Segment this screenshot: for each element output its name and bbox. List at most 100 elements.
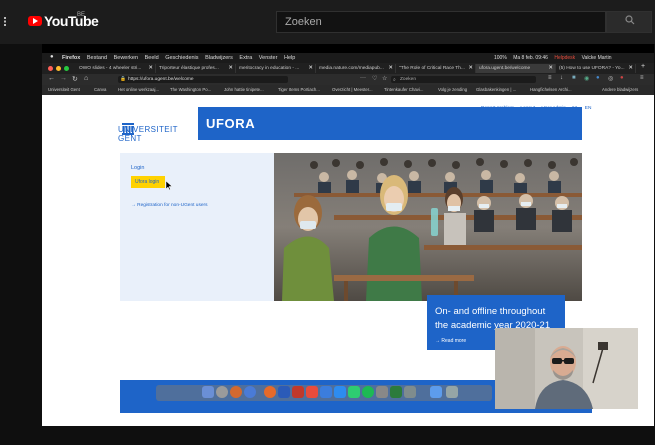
- bookmark-item[interactable]: John hattie tinipete...: [224, 87, 264, 92]
- user-name[interactable]: Valcke Martin: [582, 55, 612, 61]
- page-title: UFORA: [206, 116, 256, 131]
- bookmarks-bar: Universiteit Gent Canva Het online werkz…: [42, 85, 654, 95]
- trash-icon[interactable]: [446, 386, 458, 398]
- youtube-logo-icon[interactable]: [28, 16, 42, 26]
- tab-critical-race[interactable]: "The Role of Critical Race Th... ✕: [396, 64, 476, 73]
- other-bookmarks[interactable]: Andere bladwijzers: [602, 87, 638, 92]
- tab-label: Triporteur élastique profes...: [159, 66, 219, 71]
- extension-icon[interactable]: ■: [572, 75, 576, 81]
- close-window-icon[interactable]: [48, 66, 53, 71]
- bookmark-item[interactable]: Hangfichelsen Archi...: [530, 87, 572, 92]
- reload-icon[interactable]: ↻: [72, 75, 78, 83]
- menu-venster[interactable]: Venster: [259, 55, 278, 61]
- bookmark-item[interactable]: Overzicht | Meester...: [332, 87, 373, 92]
- apple-icon[interactable]: ●: [50, 54, 54, 60]
- mouse-cursor-icon: [166, 181, 172, 190]
- menu-geschiedenis[interactable]: Geschiedenis: [165, 55, 198, 61]
- menu-firefox[interactable]: Firefox: [62, 55, 80, 61]
- tab-owo-slides[interactable]: OWO slides - 4 wheeler stri... ✕: [76, 64, 156, 73]
- close-icon[interactable]: ✕: [628, 65, 633, 71]
- extension-icon[interactable]: ◉: [584, 75, 589, 82]
- extension-icon[interactable]: ●: [620, 75, 624, 81]
- tab-ufora-welcome[interactable]: ufora.ugent.be/welcome ✕: [476, 64, 556, 73]
- registration-link[interactable]: → Registration for non-UGent users: [131, 203, 208, 208]
- safari-icon[interactable]: [230, 386, 242, 398]
- bookmark-item[interactable]: Volg je zending: [438, 87, 467, 92]
- bookmark-item[interactable]: Tiger Items Portiach...: [278, 87, 320, 92]
- search-icon: ⌕: [393, 78, 396, 83]
- search-button[interactable]: [606, 11, 652, 33]
- calendar-icon[interactable]: [306, 386, 318, 398]
- preview-icon[interactable]: [376, 386, 388, 398]
- close-icon[interactable]: ✕: [388, 65, 393, 71]
- tab-meritocracy[interactable]: meritocracy in education - ... ✕: [236, 64, 316, 73]
- word-icon[interactable]: [278, 386, 290, 398]
- app-icon[interactable]: [404, 386, 416, 398]
- bookmark-item[interactable]: Glasbakenkingen | ...: [476, 87, 516, 92]
- bookmark-star-icon[interactable]: ☆: [382, 75, 387, 82]
- search-icon: [625, 15, 635, 28]
- forward-icon[interactable]: →: [60, 75, 67, 82]
- mail-icon[interactable]: [320, 386, 332, 398]
- menu-extra[interactable]: Extra: [239, 55, 252, 61]
- acrobat-icon[interactable]: [292, 386, 304, 398]
- home-icon[interactable]: ⌂: [84, 75, 88, 82]
- menu-icon[interactable]: [4, 14, 12, 28]
- address-bar[interactable]: 🔒 https://ufora.ugent.be/welcome: [118, 76, 288, 83]
- menu-bladwijzers[interactable]: Bladwijzers: [205, 55, 233, 61]
- download-icon[interactable]: ↓: [560, 75, 563, 81]
- language-en-link[interactable]: EN: [585, 106, 592, 111]
- bookmark-item[interactable]: Universiteit Gent: [48, 87, 80, 92]
- url-text: https://ufora.ugent.be/welcome: [128, 77, 194, 82]
- headline-line1: On- and offline throughout: [435, 306, 546, 317]
- new-tab-icon[interactable]: +: [641, 63, 645, 70]
- ufora-login-label: Ufora login: [135, 179, 160, 185]
- messages-icon[interactable]: [348, 386, 360, 398]
- finder-icon[interactable]: [202, 386, 214, 398]
- search-input[interactable]: Zoeken: [276, 11, 606, 33]
- spotify-icon[interactable]: [362, 386, 374, 398]
- tab-triporteur[interactable]: Triporteur élastique profes... ✕: [156, 64, 236, 73]
- tab-label: "The Role of Critical Race Th...: [399, 66, 465, 71]
- region-code: BE: [77, 12, 86, 18]
- ufora-login-button[interactable]: Ufora login: [131, 176, 165, 188]
- close-icon[interactable]: ✕: [548, 65, 553, 71]
- tab-how-to-use-ufora[interactable]: (5) How to use UFORA? - Yo... ✕: [556, 64, 636, 73]
- menu-bestand[interactable]: Bestand: [87, 55, 107, 61]
- bookmark-item[interactable]: Canva: [94, 87, 106, 92]
- menu-bewerken[interactable]: Bewerken: [114, 55, 138, 61]
- helpdesk-status[interactable]: Helpdesk: [554, 55, 575, 61]
- registration-link-label: Registration for non-UGent users: [137, 203, 208, 208]
- bookmark-item[interactable]: Tintenkaufer Chavi...: [384, 87, 424, 92]
- read-more-link[interactable]: → Read more: [435, 338, 466, 344]
- back-icon[interactable]: ←: [48, 75, 55, 82]
- folder-icon[interactable]: [430, 386, 442, 398]
- toolbar-search-input[interactable]: ⌕ Zoeken: [391, 76, 536, 83]
- bookmark-item[interactable]: The Washington Po...: [170, 87, 211, 92]
- library-icon[interactable]: ≡: [548, 75, 552, 81]
- chrome-icon[interactable]: [244, 386, 256, 398]
- minimize-window-icon[interactable]: [56, 66, 61, 71]
- youtube-logo[interactable]: YouTube: [44, 13, 99, 29]
- page-actions-icon[interactable]: ···: [360, 75, 366, 81]
- bookmark-item[interactable]: Het online werkzaaj...: [118, 87, 159, 92]
- account-icon[interactable]: ◎: [608, 75, 613, 82]
- extension-icon[interactable]: ●: [596, 75, 600, 81]
- firefox-icon[interactable]: [264, 386, 276, 398]
- close-icon[interactable]: ✕: [228, 65, 233, 71]
- tab-nature-media[interactable]: media.nature.com/mediapub... ✕: [316, 64, 396, 73]
- close-icon[interactable]: ✕: [308, 65, 313, 71]
- pocket-icon[interactable]: ♡: [372, 75, 377, 82]
- menu-beeld[interactable]: Beeld: [145, 55, 159, 61]
- menu-help[interactable]: Help: [284, 55, 295, 61]
- close-icon[interactable]: ✕: [468, 65, 473, 71]
- maximize-window-icon[interactable]: [64, 66, 69, 71]
- tab-label: meritocracy in education - ...: [239, 66, 300, 71]
- launchpad-icon[interactable]: [216, 386, 228, 398]
- hamburger-menu-icon[interactable]: ≡: [640, 75, 644, 81]
- clock[interactable]: Ma 8 feb. 09:46: [513, 55, 548, 61]
- zoom-icon[interactable]: [334, 386, 346, 398]
- close-icon[interactable]: ✕: [148, 65, 153, 71]
- login-heading: Login: [131, 165, 145, 171]
- excel-icon[interactable]: [390, 386, 402, 398]
